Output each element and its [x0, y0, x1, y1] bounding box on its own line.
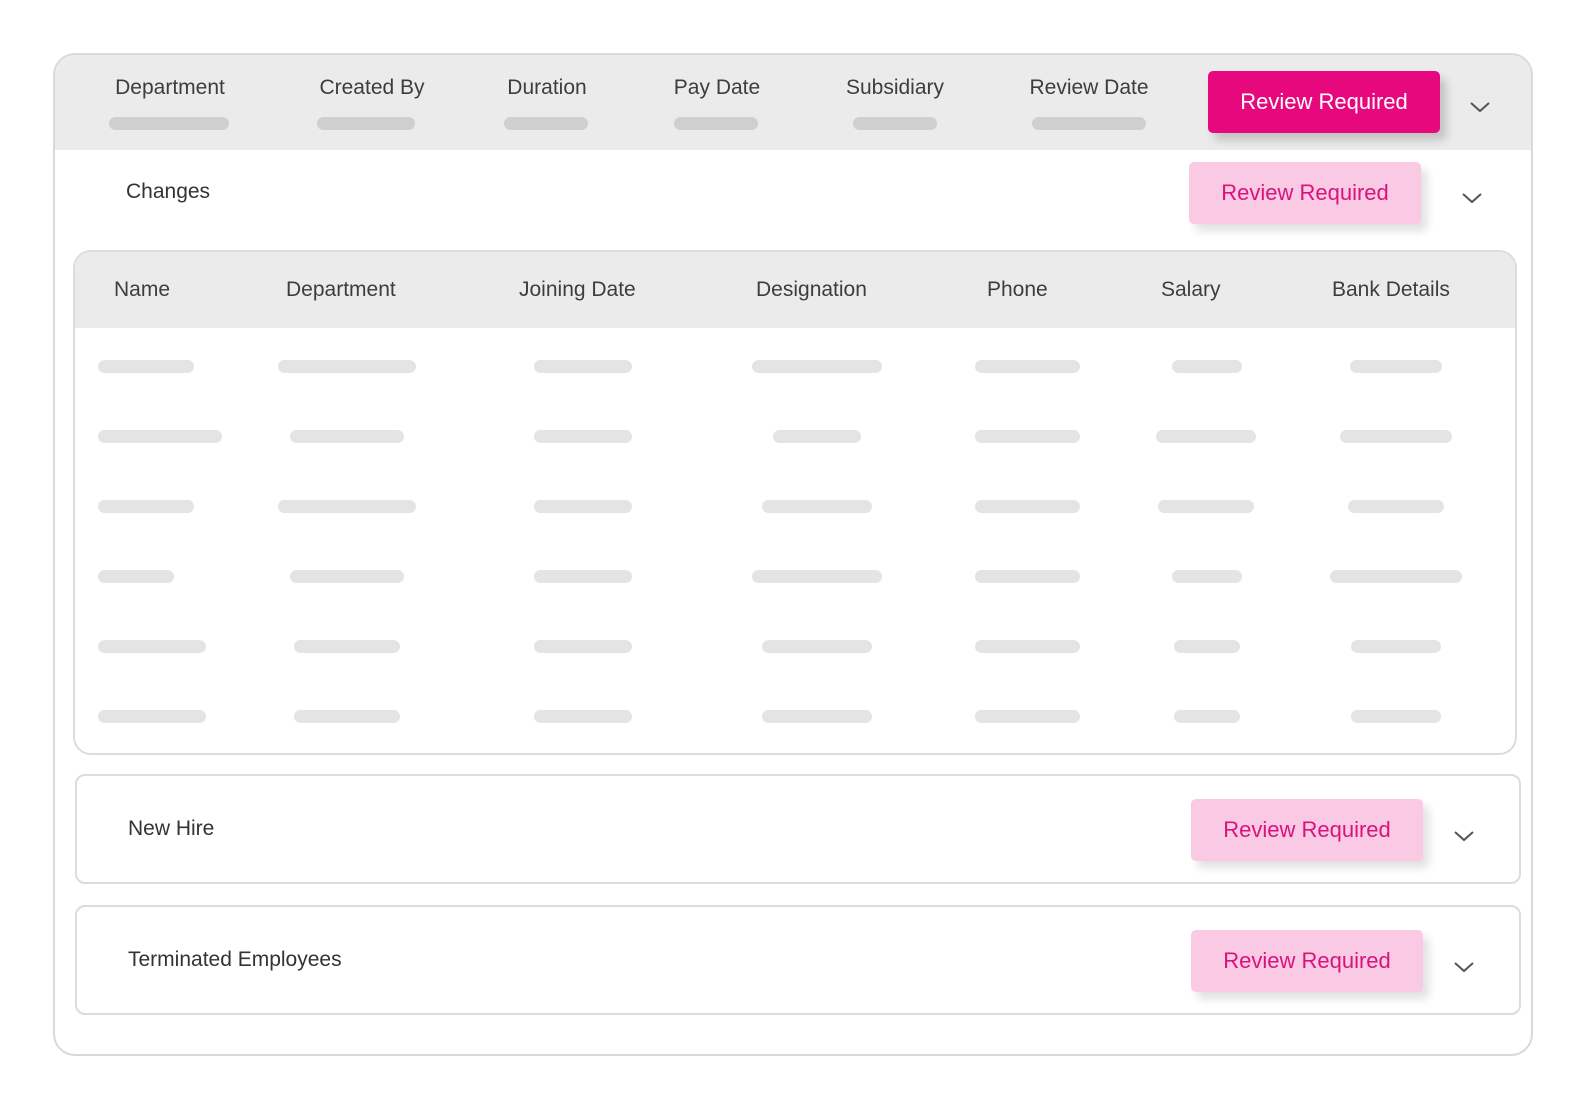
cell-placeholder — [534, 360, 632, 373]
review-required-button[interactable]: Review Required — [1208, 71, 1440, 133]
changes-table: Name Department Joining Date Designation… — [73, 250, 1517, 755]
column-header-joining-date: Joining Date — [519, 278, 636, 301]
filter-label: Duration — [507, 76, 587, 99]
filter-header: Department Created By Duration Pay Date … — [55, 55, 1531, 150]
cell-placeholder — [534, 640, 632, 653]
chevron-down-icon[interactable] — [1460, 190, 1484, 206]
cell-placeholder — [975, 360, 1080, 373]
cell-placeholder — [975, 570, 1080, 583]
filter-label: Subsidiary — [845, 76, 945, 99]
filter-label: Pay Date — [673, 76, 761, 99]
filter-value-placeholder — [853, 117, 937, 130]
review-panel: Department Created By Duration Pay Date … — [53, 53, 1533, 1056]
filter-pay-date[interactable]: Pay Date — [627, 55, 807, 150]
cell-placeholder — [534, 710, 632, 723]
column-header-salary: Salary — [1161, 278, 1221, 301]
cell-placeholder — [534, 570, 632, 583]
filter-value-placeholder — [504, 117, 588, 130]
column-header-bank-details: Bank Details — [1332, 278, 1450, 301]
cell-placeholder — [290, 430, 404, 443]
cell-placeholder — [1156, 430, 1256, 443]
cell-placeholder — [278, 500, 416, 513]
cell-placeholder — [98, 500, 194, 513]
filter-department[interactable]: Department — [80, 55, 260, 150]
section-title-terminated-employees: Terminated Employees — [128, 948, 342, 971]
cell-placeholder — [294, 640, 400, 653]
cell-placeholder — [98, 570, 174, 583]
cell-placeholder — [773, 430, 861, 443]
filter-label: Department — [115, 76, 225, 99]
cell-placeholder — [752, 570, 882, 583]
filter-review-date[interactable]: Review Date — [999, 55, 1179, 150]
filter-label: Review Date — [1029, 76, 1149, 99]
cell-placeholder — [98, 710, 206, 723]
cell-placeholder — [1172, 360, 1242, 373]
column-header-designation: Designation — [756, 278, 867, 301]
filter-subsidiary[interactable]: Subsidiary — [805, 55, 985, 150]
terminated-review-required-button[interactable]: Review Required — [1191, 930, 1423, 992]
column-header-department: Department — [286, 278, 396, 301]
cell-placeholder — [1350, 360, 1442, 373]
filter-label: Created By — [319, 76, 425, 99]
cell-placeholder — [975, 430, 1080, 443]
cell-placeholder — [1330, 570, 1462, 583]
cell-placeholder — [98, 430, 222, 443]
cell-placeholder — [762, 640, 872, 653]
new-hire-review-required-button[interactable]: Review Required — [1191, 799, 1423, 861]
cell-placeholder — [534, 500, 632, 513]
cell-placeholder — [294, 710, 400, 723]
filter-created-by[interactable]: Created By — [282, 55, 462, 150]
cell-placeholder — [1351, 710, 1441, 723]
cell-placeholder — [534, 430, 632, 443]
chevron-down-icon[interactable] — [1452, 959, 1476, 975]
cell-placeholder — [762, 500, 872, 513]
cell-placeholder — [1158, 500, 1254, 513]
cell-placeholder — [1174, 640, 1240, 653]
column-header-name: Name — [114, 278, 171, 301]
cell-placeholder — [290, 570, 404, 583]
filter-value-placeholder — [1032, 117, 1146, 130]
terminated-employees-section[interactable]: Terminated Employees Review Required — [75, 905, 1521, 1015]
section-title-changes: Changes — [126, 180, 211, 203]
filter-value-placeholder — [674, 117, 758, 130]
section-title-new-hire: New Hire — [128, 817, 215, 840]
cell-placeholder — [1340, 430, 1452, 443]
column-header-phone: Phone — [987, 278, 1048, 301]
cell-placeholder — [1172, 570, 1242, 583]
chevron-down-icon[interactable] — [1452, 828, 1476, 844]
chevron-down-icon[interactable] — [1468, 99, 1492, 115]
filter-value-placeholder — [317, 117, 415, 130]
filter-duration[interactable]: Duration — [457, 55, 637, 150]
filter-value-placeholder — [109, 117, 229, 130]
table-header: Name Department Joining Date Designation… — [75, 252, 1515, 328]
new-hire-section[interactable]: New Hire Review Required — [75, 774, 1521, 884]
changes-review-required-button[interactable]: Review Required — [1189, 162, 1421, 224]
cell-placeholder — [98, 640, 206, 653]
cell-placeholder — [975, 500, 1080, 513]
cell-placeholder — [98, 360, 194, 373]
cell-placeholder — [975, 640, 1080, 653]
cell-placeholder — [1351, 640, 1441, 653]
cell-placeholder — [762, 710, 872, 723]
cell-placeholder — [752, 360, 882, 373]
cell-placeholder — [1348, 500, 1444, 513]
cell-placeholder — [1174, 710, 1240, 723]
cell-placeholder — [975, 710, 1080, 723]
cell-placeholder — [278, 360, 416, 373]
